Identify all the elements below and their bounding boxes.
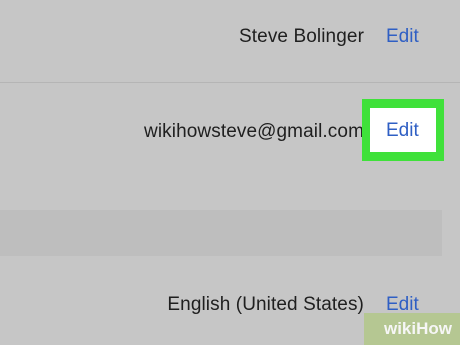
watermark-text: wikiHow (383, 319, 452, 338)
section-separator (0, 210, 442, 256)
email-value: wikihowsteve@gmail.com (144, 121, 364, 142)
edit-email-link[interactable]: Edit (386, 120, 419, 142)
name-row: Steve Bolinger Edit (0, 0, 460, 82)
wikihow-watermark: wikiHow (364, 313, 460, 345)
edit-name-link[interactable]: Edit (386, 26, 419, 48)
language-value: English (United States) (167, 294, 364, 315)
name-value: Steve Bolinger (239, 26, 364, 47)
